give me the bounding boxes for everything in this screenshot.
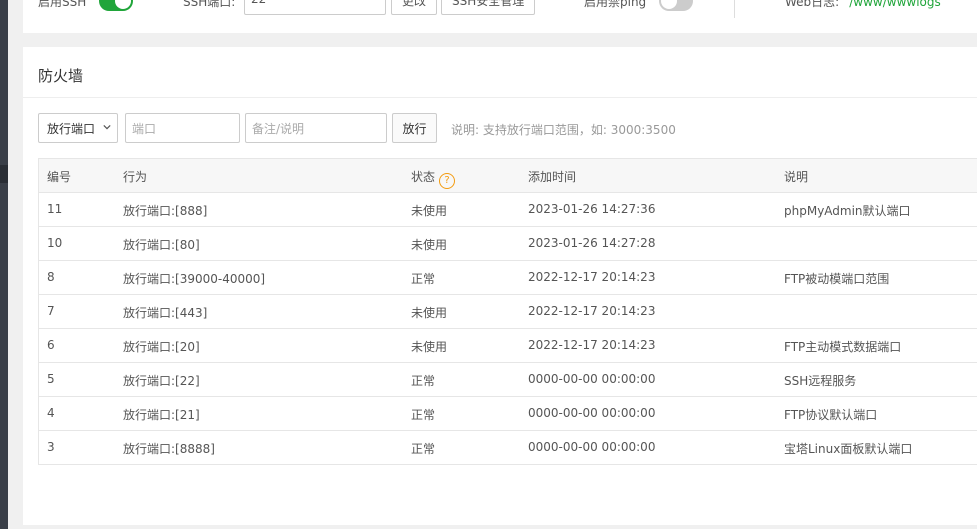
- cell-action: 放行端口:[8888]: [123, 442, 215, 456]
- cell-status: 未使用: [411, 204, 448, 218]
- cell-id: 10: [47, 236, 63, 250]
- cell-action: 放行端口:[443]: [123, 306, 208, 320]
- cell-time: 2022-12-17 20:14:23: [528, 304, 656, 318]
- table-header: 编号 行为 状态? 添加时间 说明: [39, 159, 977, 193]
- cell-note[interactable]: phpMyAdmin默认端口: [784, 202, 911, 219]
- cell-action: 放行端口:[888]: [123, 204, 208, 218]
- cell-status: 正常: [411, 374, 436, 388]
- cell-status: 正常: [411, 408, 436, 422]
- cell-action: 放行端口:[20]: [123, 340, 200, 354]
- ssh-port-input[interactable]: 22: [244, 0, 386, 15]
- header-status-label: 状态: [411, 170, 436, 184]
- header-status: 状态?: [411, 168, 456, 189]
- ssh-enable-toggle[interactable]: [99, 0, 133, 11]
- web-log-label: Web日志: /www/wwwlogs: [785, 0, 941, 10]
- cell-id: 7: [47, 304, 55, 318]
- card-title: 防火墙: [38, 67, 84, 85]
- cell-status: 未使用: [411, 306, 448, 320]
- divider: [734, 0, 735, 18]
- table-row: 7 放行端口:[443] 未使用 2022-12-17 20:14:23: [39, 295, 977, 329]
- cell-id: 5: [47, 372, 55, 386]
- divider: [23, 97, 977, 98]
- cell-note[interactable]: 宝塔Linux面板默认端口: [784, 440, 912, 457]
- cell-id: 11: [47, 202, 63, 216]
- note-input[interactable]: 备注/说明: [245, 113, 387, 143]
- ping-label: 启用禁ping: [584, 0, 647, 9]
- cell-note[interactable]: FTP主动模式数据端口: [784, 338, 901, 355]
- toggle-knob: [661, 0, 677, 9]
- ssh-port-label: SSH端口:: [183, 0, 236, 9]
- ping-toggle[interactable]: [659, 0, 693, 11]
- web-log-label-text: Web日志:: [785, 0, 840, 9]
- cell-action: 放行端口:[22]: [123, 374, 200, 388]
- cell-id: 4: [47, 406, 55, 420]
- chevron-down-icon: [103, 124, 111, 130]
- cell-note[interactable]: FTP协议默认端口: [784, 406, 877, 423]
- help-icon[interactable]: ?: [439, 173, 456, 189]
- cell-time: 0000-00-00 00:00:00: [528, 372, 656, 386]
- cell-id: 6: [47, 338, 55, 352]
- table-row: 3 放行端口:[8888] 正常 0000-00-00 00:00:00 宝塔Linux…: [39, 431, 977, 465]
- table-row: 5 放行端口:[22] 正常 0000-00-00 00:00:00 SSH远程服务: [39, 363, 977, 397]
- cell-note[interactable]: FTP被动模端口范围: [784, 270, 889, 287]
- select-value: 放行端口: [47, 122, 96, 136]
- rule-type-select[interactable]: 放行端口: [38, 113, 118, 143]
- cell-time: 2023-01-26 14:27:36: [528, 202, 656, 216]
- firewall-table: 编号 行为 状态? 添加时间 说明 11 放行端口:[888] 未使用 2023-01…: [38, 158, 977, 465]
- header-note: 说明: [784, 170, 809, 184]
- cell-time: 2022-12-17 20:14:23: [528, 270, 656, 284]
- sidebar-edge-mark: [0, 165, 8, 183]
- hint-text: 说明: 支持放行端口范围，如: 3000:3500: [451, 123, 676, 137]
- cell-time: 2022-12-17 20:14:23: [528, 338, 656, 352]
- ssh-settings-card: 启用SSH SSH端口: 22 更改 SSH安全管理 启用禁ping Web日志…: [23, 0, 977, 33]
- header-action: 行为: [123, 170, 148, 184]
- firewall-card: 防火墙 放行端口 端口 备注/说明 放行 说明: 支持放行端口范围，如: 300…: [23, 47, 977, 525]
- ssh-security-button[interactable]: SSH安全管理: [441, 0, 536, 15]
- cell-id: 8: [47, 270, 55, 284]
- cell-time: 2023-01-26 14:27:28: [528, 236, 656, 250]
- cell-action: 放行端口:[21]: [123, 408, 200, 422]
- cell-status: 未使用: [411, 340, 448, 354]
- table-row: 6 放行端口:[20] 未使用 2022-12-17 20:14:23 FTP主动模式数…: [39, 329, 977, 363]
- cell-status: 未使用: [411, 238, 448, 252]
- cell-time: 0000-00-00 00:00:00: [528, 406, 656, 420]
- ssh-enable-label: 启用SSH: [38, 0, 87, 9]
- change-port-button[interactable]: 更改: [391, 0, 438, 15]
- table-row: 10 放行端口:[80] 未使用 2023-01-26 14:27:28: [39, 227, 977, 261]
- cell-time: 0000-00-00 00:00:00: [528, 440, 656, 454]
- toggle-knob: [115, 0, 131, 9]
- cell-status: 正常: [411, 272, 436, 286]
- sidebar-edge: [0, 0, 8, 529]
- cell-status: 正常: [411, 442, 436, 456]
- header-time: 添加时间: [528, 170, 577, 184]
- table-row: 8 放行端口:[39000-40000] 正常 2022-12-17 20:14:23…: [39, 261, 977, 295]
- cell-action: 放行端口:[80]: [123, 238, 200, 252]
- cell-id: 3: [47, 440, 55, 454]
- port-input[interactable]: 端口: [125, 113, 240, 143]
- cell-action: 放行端口:[39000-40000]: [123, 272, 266, 286]
- table-body: 11 放行端口:[888] 未使用 2023-01-26 14:27:36 phpMyA…: [39, 193, 977, 465]
- cell-note[interactable]: SSH远程服务: [784, 372, 856, 389]
- web-log-path-link[interactable]: /www/wwwlogs: [849, 0, 941, 9]
- allow-button[interactable]: 放行: [392, 113, 437, 143]
- table-row: 11 放行端口:[888] 未使用 2023-01-26 14:27:36 phpMyA…: [39, 193, 977, 227]
- header-id: 编号: [47, 170, 72, 184]
- table-row: 4 放行端口:[21] 正常 0000-00-00 00:00:00 FTP协议默认端口: [39, 397, 977, 431]
